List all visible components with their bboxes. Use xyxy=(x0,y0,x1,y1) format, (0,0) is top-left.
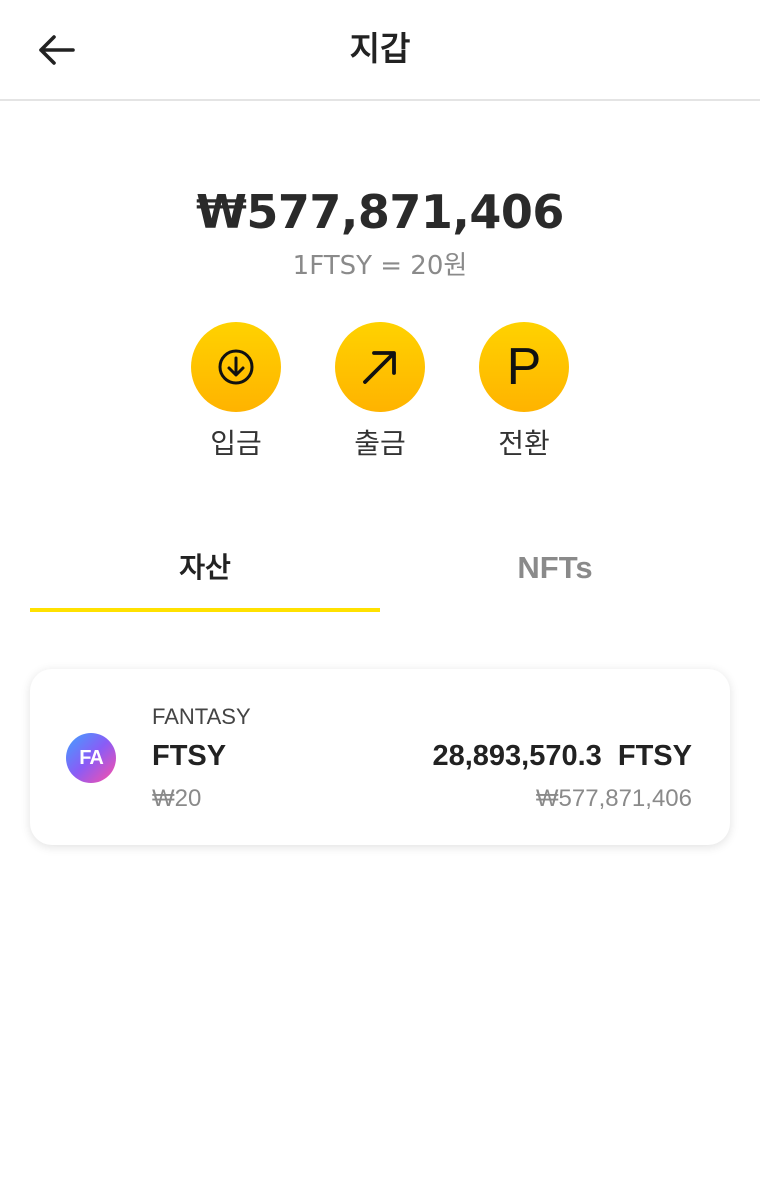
tab-nfts[interactable]: NFTs xyxy=(380,540,730,612)
coin-holding-value: ₩577,871,406 xyxy=(535,785,692,812)
convert-icon-circle: P xyxy=(479,322,569,412)
exchange-rate: 1FTSY = 20원 xyxy=(292,251,468,281)
convert-button[interactable]: P 전환 xyxy=(478,322,570,462)
deposit-label: 입금 xyxy=(210,427,262,460)
coin-unit-price: ₩20 xyxy=(152,785,202,812)
coin-logo-text: FA xyxy=(79,746,104,769)
tab-assets[interactable]: 자산 xyxy=(30,540,380,612)
deposit-icon-circle xyxy=(191,322,281,412)
deposit-button[interactable]: 입금 xyxy=(190,322,282,462)
fantasy-logo-icon: FA xyxy=(66,733,116,783)
asset-card-ftsy[interactable]: FA FANTASY FTSY ₩20 28,893,570.3 FTSY ₩5… xyxy=(30,669,730,845)
page-title: 지갑 xyxy=(349,29,411,68)
download-circle-icon xyxy=(218,349,254,385)
app-header: 지갑 xyxy=(0,0,760,101)
active-tab-indicator xyxy=(30,608,380,612)
coin-full-name: FANTASY xyxy=(152,704,251,729)
withdraw-label: 출금 xyxy=(354,427,406,460)
coin-holding-amount: 28,893,570.3 FTSY xyxy=(432,740,692,772)
withdraw-icon-circle xyxy=(335,322,425,412)
arrow-up-right-icon xyxy=(363,351,396,384)
convert-label: 전환 xyxy=(498,427,550,460)
withdraw-button[interactable]: 출금 xyxy=(334,322,426,462)
total-balance: ₩577,871,406 xyxy=(196,185,564,239)
p-letter-icon: P xyxy=(506,338,542,396)
coin-symbol: FTSY xyxy=(152,740,227,772)
